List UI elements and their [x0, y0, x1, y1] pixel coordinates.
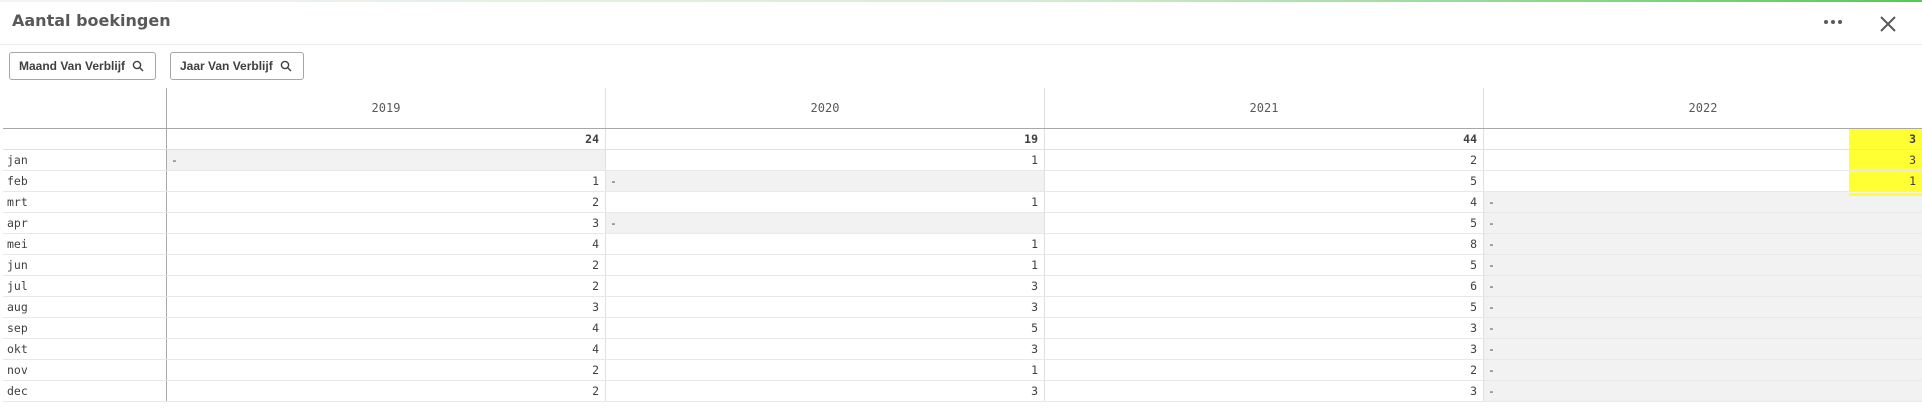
row-label[interactable]: mrt — [3, 192, 166, 212]
page-title: Aantal boekingen — [12, 11, 171, 30]
column-header-2019[interactable]: 2019 — [166, 88, 605, 128]
row-label[interactable]: nov — [3, 360, 166, 380]
total-cell[interactable]: 44 — [1044, 129, 1483, 149]
value-cell[interactable]: - — [1483, 318, 1922, 338]
dimension-button-month[interactable]: Maand Van Verblijf — [9, 52, 156, 80]
value-cell[interactable]: 8 — [1044, 234, 1483, 254]
row-label[interactable]: apr — [3, 213, 166, 233]
corner-cell — [3, 88, 166, 128]
table-row: sep 4 5 3- — [3, 318, 1922, 339]
ellipsis-icon[interactable] — [1820, 12, 1846, 32]
totals-row: 24 19 44 3 — [3, 129, 1922, 150]
total-cell[interactable]: 24 — [166, 129, 605, 149]
value-cell[interactable]: 1 — [605, 255, 1044, 275]
column-header-2020[interactable]: 2020 — [605, 88, 1044, 128]
total-cell[interactable]: 19 — [605, 129, 1044, 149]
dimension-button-year[interactable]: Jaar Van Verblijf — [170, 52, 304, 80]
value-cell[interactable]: 3 — [1044, 339, 1483, 359]
value-cell[interactable]: - — [1483, 255, 1922, 275]
table-row: jan -1 2 3 — [3, 150, 1922, 171]
selection-highlight-edge — [1849, 193, 1922, 196]
table-row: okt 4 3 3- — [3, 339, 1922, 360]
value-cell[interactable]: - — [1483, 360, 1922, 380]
table-row: nov 2 1 2- — [3, 360, 1922, 381]
column-header-row: 2019 2020 2021 2022 — [3, 88, 1922, 129]
value-cell[interactable]: 3 — [166, 213, 605, 233]
value-cell[interactable]: 5 — [1044, 255, 1483, 275]
value-cell[interactable]: 2 — [166, 255, 605, 275]
value-cell[interactable]: 2 — [1044, 360, 1483, 380]
totals-label-cell — [3, 129, 166, 149]
value-cell[interactable]: 3 — [1044, 318, 1483, 338]
search-icon — [280, 60, 292, 72]
table-row: mei 4 1 8- — [3, 234, 1922, 255]
value-cell[interactable]: 5 — [1044, 297, 1483, 317]
value-cell[interactable]: 1 — [1483, 171, 1922, 191]
total-cell[interactable]: 3 — [1483, 129, 1922, 149]
value-cell[interactable]: 1 — [166, 171, 605, 191]
row-label[interactable]: dec — [3, 381, 166, 401]
dimension-button-label: Jaar Van Verblijf — [180, 59, 273, 73]
value-cell[interactable]: 3 — [605, 339, 1044, 359]
value-cell[interactable]: 4 — [166, 234, 605, 254]
value-cell[interactable]: 4 — [166, 339, 605, 359]
value-cell[interactable]: 1 — [605, 150, 1044, 170]
pivot-table: 2019 2020 2021 2022 24 19 44 3 jan -1 2 3 feb 1-5 1 mrt… — [3, 88, 1922, 404]
row-label[interactable]: okt — [3, 339, 166, 359]
value-cell[interactable]: - — [1483, 381, 1922, 401]
value-cell[interactable]: - — [605, 171, 1044, 191]
row-label[interactable]: jan — [3, 150, 166, 170]
value-cell[interactable]: 3 — [605, 297, 1044, 317]
row-label[interactable]: sep — [3, 318, 166, 338]
value-cell[interactable]: 2 — [166, 360, 605, 380]
value-cell[interactable]: 1 — [605, 234, 1044, 254]
table-row: jun 2 1 5- — [3, 255, 1922, 276]
value-cell[interactable]: 5 — [1044, 213, 1483, 233]
value-cell[interactable]: 3 — [166, 297, 605, 317]
row-label[interactable]: mei — [3, 234, 166, 254]
value-cell[interactable]: 3 — [605, 381, 1044, 401]
close-icon[interactable] — [1876, 12, 1900, 36]
row-label[interactable]: feb — [3, 171, 166, 191]
value-cell[interactable]: 2 — [166, 276, 605, 296]
value-cell[interactable]: 5 — [605, 318, 1044, 338]
table-row: apr 3-5- — [3, 213, 1922, 234]
value-cell[interactable]: - — [166, 150, 605, 170]
value-cell[interactable]: 1 — [605, 360, 1044, 380]
column-header-2022[interactable]: 2022 — [1483, 88, 1922, 128]
value-cell[interactable]: 2 — [166, 381, 605, 401]
value-cell[interactable]: 6 — [1044, 276, 1483, 296]
value-cell[interactable]: 3 — [1044, 381, 1483, 401]
column-header-2021[interactable]: 2021 — [1044, 88, 1483, 128]
value-cell[interactable]: 3 — [605, 276, 1044, 296]
table-row: feb 1-5 1 — [3, 171, 1922, 192]
value-cell[interactable]: - — [1483, 213, 1922, 233]
value-cell[interactable]: - — [1483, 276, 1922, 296]
top-accent-line — [0, 0, 1922, 2]
value-cell[interactable]: - — [1483, 339, 1922, 359]
value-cell[interactable]: 1 — [605, 192, 1044, 212]
table-row: jul 2 3 6- — [3, 276, 1922, 297]
row-label[interactable]: aug — [3, 297, 166, 317]
table-row: aug 3 3 5- — [3, 297, 1922, 318]
value-cell[interactable]: - — [1483, 234, 1922, 254]
row-label[interactable]: jun — [3, 255, 166, 275]
table-row: mrt 2 1 4- — [3, 192, 1922, 213]
value-cell[interactable]: 2 — [166, 192, 605, 212]
value-cell[interactable]: 2 — [1044, 150, 1483, 170]
table-row: dec 2 3 3- — [3, 381, 1922, 402]
value-cell[interactable]: - — [1483, 297, 1922, 317]
dimension-button-label: Maand Van Verblijf — [19, 59, 126, 73]
value-cell[interactable]: - — [605, 213, 1044, 233]
search-icon — [132, 60, 144, 72]
value-cell[interactable]: 4 — [166, 318, 605, 338]
row-label[interactable]: jul — [3, 276, 166, 296]
value-cell[interactable]: 5 — [1044, 171, 1483, 191]
value-cell[interactable]: 3 — [1483, 150, 1922, 170]
value-cell[interactable]: 4 — [1044, 192, 1483, 212]
